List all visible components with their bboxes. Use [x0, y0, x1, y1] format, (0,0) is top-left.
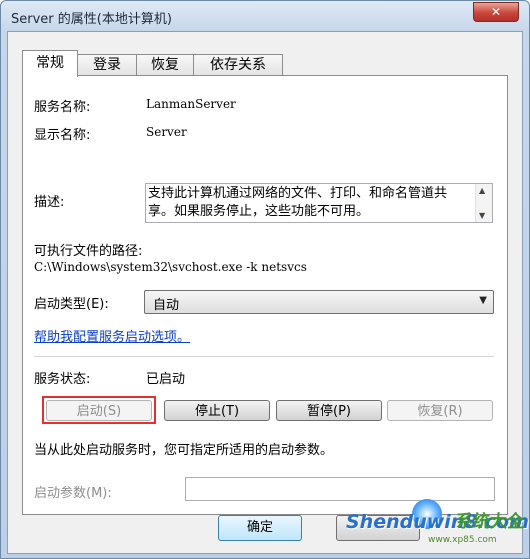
chevron-down-icon: ▼ [479, 295, 487, 306]
startup-type-select[interactable]: 自动 ▼ [144, 290, 494, 314]
description-label: 描述: [34, 195, 65, 210]
description-text: 支持此计算机通过网络的文件、打印、和命名管道共享。如果服务停止，这些功能不可用。 [148, 186, 448, 219]
path-value: C:\Windows\system32\svchost.exe -k netsv… [34, 260, 307, 274]
display-name-value: Server [146, 125, 187, 139]
help-link[interactable]: 帮助我配置服务启动选项。 [34, 326, 190, 345]
scroll-down-icon[interactable]: ▼ [479, 211, 485, 220]
close-button[interactable]: ✕ [473, 2, 519, 22]
general-panel: 服务名称: LanmanServer 显示名称: Server 描述: 支持此计… [22, 75, 508, 515]
tab-dependencies[interactable]: 依存关系 [193, 54, 283, 76]
site-watermark: Shenduwin8.com 系统大全 www.xp85.com [328, 497, 529, 552]
start-button[interactable]: 启动(S) [46, 400, 152, 421]
divider [34, 356, 494, 358]
start-params-label: 启动参数(M): [34, 486, 112, 501]
description-scrollbar[interactable]: ▲ ▼ [475, 184, 492, 222]
watermark-sub: www.xp85.com [428, 535, 497, 545]
pause-button[interactable]: 暂停(P) [276, 400, 382, 421]
start-params-hint: 当从此处启动服务时，您可指定所适用的启动参数。 [34, 443, 334, 458]
title-bar[interactable]: Server 的属性(本地计算机) ✕ [1, 1, 529, 31]
ok-button[interactable]: 确定 [218, 515, 302, 541]
description-box[interactable]: 支持此计算机通过网络的文件、打印、和命名管道共享。如果服务停止，这些功能不可用。… [145, 183, 493, 223]
scroll-up-icon[interactable]: ▲ [479, 186, 485, 195]
close-icon: ✕ [490, 5, 502, 19]
window-title: Server 的属性(本地计算机) [11, 12, 172, 27]
resume-button[interactable]: 恢复(R) [387, 400, 493, 421]
tab-recovery[interactable]: 恢复 [136, 54, 194, 76]
properties-window: Server 的属性(本地计算机) ✕ 常规 登录 恢复 依存关系 服务名称: … [0, 0, 530, 559]
service-name-value: LanmanServer [146, 97, 236, 111]
service-status-label: 服务状态: [34, 372, 91, 387]
startup-type-value: 自动 [153, 298, 180, 313]
stop-button[interactable]: 停止(T) [164, 400, 270, 421]
watermark-cn: 系统大全 [456, 512, 524, 532]
startup-type-label: 启动类型(E): [34, 297, 109, 312]
tab-general[interactable]: 常规 [22, 50, 78, 77]
display-name-label: 显示名称: [34, 128, 91, 143]
service-status-value: 已启动 [146, 372, 186, 387]
path-label: 可执行文件的路径: [34, 244, 143, 259]
service-name-label: 服务名称: [34, 100, 91, 115]
tab-logon[interactable]: 登录 [77, 54, 137, 76]
dialog-client: 常规 登录 恢复 依存关系 服务名称: LanmanServer 显示名称: S… [7, 31, 523, 554]
